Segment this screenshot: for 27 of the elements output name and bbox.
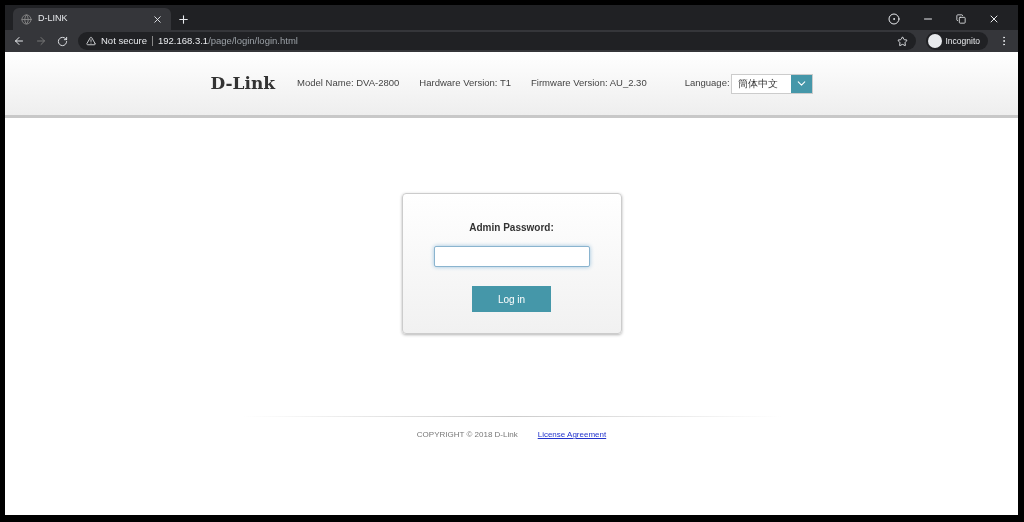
close-icon[interactable] (152, 13, 163, 25)
copyright-text: COPYRIGHT © 2018 D-Link (416, 429, 518, 441)
globe-icon (21, 13, 32, 25)
restore-icon[interactable] (956, 14, 966, 24)
security-label: Not secure (101, 33, 147, 48)
profile-chip[interactable]: Incognito (925, 32, 988, 50)
url-text: 192.168.3.1/page/login/login.html (157, 33, 298, 48)
language-select[interactable]: 簡体中文 (730, 73, 813, 94)
model-name: Model Name: DVA-2800 (297, 76, 400, 91)
language-label: Language: (684, 76, 730, 91)
address-bar[interactable]: Not secure 192.168.3.1/page/login/login.html (78, 32, 916, 50)
browser-tab[interactable]: D-LINK (13, 8, 171, 30)
license-link[interactable]: License Agreement (537, 429, 607, 441)
back-icon[interactable] (13, 35, 25, 47)
tab-title: D-LINK (38, 12, 69, 26)
warning-icon (86, 36, 96, 46)
password-label: Admin Password: (469, 221, 554, 235)
firmware-version: Firmware Version: AU_2.30 (531, 76, 647, 91)
logo: D-Link (210, 71, 276, 95)
reload-icon[interactable] (57, 35, 68, 47)
record-icon[interactable] (888, 13, 900, 25)
close-window-icon[interactable] (988, 13, 1000, 25)
avatar-icon (927, 34, 942, 48)
password-field[interactable] (433, 246, 590, 267)
hardware-version: Hardware Version: T1 (419, 76, 512, 91)
star-icon[interactable] (896, 35, 908, 47)
new-tab-icon[interactable] (177, 13, 190, 26)
